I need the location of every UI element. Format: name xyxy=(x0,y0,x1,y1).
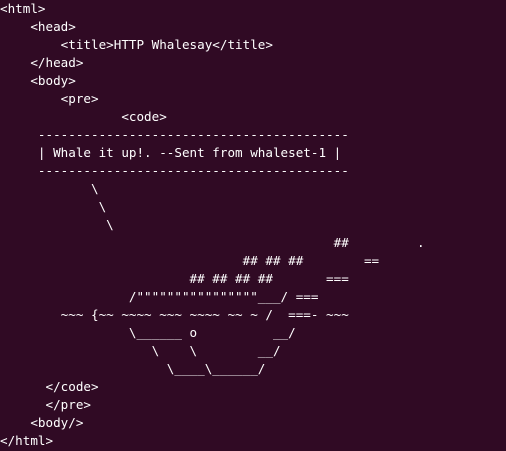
ascii-whale-line: \____\______/ xyxy=(0,361,266,376)
terminal-line: <html> xyxy=(0,1,46,16)
terminal-line: <pre> xyxy=(0,91,99,106)
ascii-whale-line: \ \ __/ xyxy=(0,343,281,358)
ascii-whale-line: \______ o __/ xyxy=(0,325,296,340)
ascii-whale-line: ## . xyxy=(0,235,425,250)
ascii-art-line: \ xyxy=(0,199,107,214)
ascii-art-line: \ xyxy=(0,217,114,232)
terminal-line: </pre> xyxy=(0,397,91,412)
terminal-line: <head> xyxy=(0,19,76,34)
terminal-line: <body/> xyxy=(0,415,84,430)
terminal-line: <body> xyxy=(0,73,76,88)
ascii-whale-line: ## ## ## == xyxy=(0,253,380,268)
terminal-window[interactable]: <html> <head> <title>HTTP Whalesay</titl… xyxy=(0,0,506,451)
ascii-art-line: \ xyxy=(0,181,99,196)
terminal-line: </html> xyxy=(0,433,54,448)
terminal-line: <code> xyxy=(0,109,167,124)
ascii-whale-line: /""""""""""""""""___/ === xyxy=(0,289,319,304)
ascii-whale-line: ## ## ## ## === xyxy=(0,271,349,286)
speech-bubble-message: | Whale it up!. --Sent from whaleset-1 | xyxy=(0,145,342,160)
terminal-line: </head> xyxy=(0,55,84,70)
speech-bubble-bottom: ----------------------------------------… xyxy=(0,163,349,178)
terminal-line: <title>HTTP Whalesay</title> xyxy=(0,37,273,52)
speech-bubble-top: ----------------------------------------… xyxy=(0,127,349,142)
terminal-line: </code> xyxy=(0,379,99,394)
ascii-whale-line: ~~~ {~~ ~~~~ ~~~ ~~~~ ~~ ~ / ===- ~~~ xyxy=(0,307,349,322)
